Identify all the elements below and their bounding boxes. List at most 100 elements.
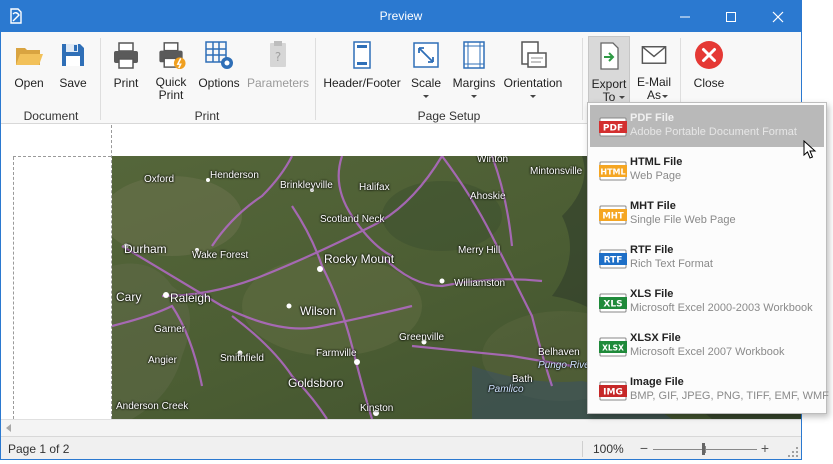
map-label: Goldsboro bbox=[288, 376, 344, 390]
save-button[interactable]: Save bbox=[53, 36, 93, 102]
map-label: Kinston bbox=[360, 403, 394, 414]
export-to-button[interactable]: Export To bbox=[588, 36, 630, 105]
chevron-down-icon bbox=[471, 95, 477, 98]
scale-button[interactable]: Scale bbox=[406, 36, 446, 102]
zoom-slider-tick bbox=[705, 446, 706, 453]
map-label: Brinkleyville bbox=[280, 180, 333, 191]
map-label: Williamston bbox=[454, 278, 506, 289]
html-file-icon: HTML bbox=[599, 161, 627, 181]
map-label: Rocky Mount bbox=[324, 252, 395, 266]
ribbon-separator bbox=[100, 38, 101, 120]
export-menu-item-rtf[interactable]: RTF RTF File Rich Text Format bbox=[590, 237, 824, 279]
chevron-down-icon bbox=[530, 95, 536, 98]
map-label: Winton bbox=[477, 156, 509, 165]
orientation-button[interactable]: Orientation bbox=[501, 36, 565, 102]
orientation-icon bbox=[521, 41, 547, 68]
map-label: Angier bbox=[148, 355, 177, 366]
map-label: Merry Hill bbox=[458, 245, 501, 256]
zoom-level[interactable]: 100% bbox=[593, 442, 624, 456]
xlsx-file-icon: XLSX bbox=[599, 337, 627, 357]
map-label: Wilson bbox=[300, 304, 337, 318]
open-button[interactable]: Open bbox=[9, 36, 49, 102]
export-badge-text: HTML bbox=[600, 168, 625, 177]
export-badge-text: XLS bbox=[603, 300, 622, 310]
minimize-button[interactable] bbox=[662, 1, 708, 32]
export-menu-item-mht[interactable]: MHT MHT File Single File Web Page bbox=[590, 193, 824, 235]
mht-file-icon: MHT bbox=[599, 205, 627, 225]
svg-text:?: ? bbox=[275, 50, 281, 64]
export-document-icon bbox=[600, 42, 619, 70]
map-label: Greenville bbox=[399, 332, 445, 343]
resize-grip-icon[interactable] bbox=[787, 446, 799, 458]
quick-print-label: Quick Print bbox=[156, 76, 187, 102]
parameters-label: Parameters bbox=[246, 76, 310, 90]
quick-print-label-line2: Print bbox=[158, 88, 184, 102]
map-label: Cary bbox=[116, 290, 142, 304]
margins-button[interactable]: Margins bbox=[451, 36, 497, 102]
export-menu-item-xlsx[interactable]: XLSX XLSX File Microsoft Excel 2007 Work… bbox=[590, 325, 824, 367]
export-item-title: PDF File bbox=[630, 112, 675, 124]
chevron-down-icon bbox=[662, 95, 668, 98]
pdf-file-icon: PDF bbox=[599, 117, 627, 137]
options-label: Options bbox=[198, 76, 240, 90]
horizontal-scrollbar[interactable] bbox=[1, 419, 801, 436]
folder-open-icon bbox=[16, 48, 43, 65]
envelope-icon bbox=[641, 46, 667, 64]
group-label-print: Print bbox=[194, 109, 220, 123]
header-footer-icon bbox=[353, 41, 371, 69]
printer-icon bbox=[114, 42, 138, 69]
map-label: Pungo River bbox=[538, 360, 594, 371]
minimize-icon bbox=[680, 16, 690, 17]
zoom-in-button[interactable]: + bbox=[758, 440, 772, 456]
map-label: Henderson bbox=[210, 170, 259, 181]
parameters-button[interactable]: ? Parameters bbox=[247, 36, 309, 102]
export-menu-item-image[interactable]: IMG Image File BMP, GIF, JPEG, PNG, TIFF… bbox=[590, 369, 829, 411]
map-label: Pamlico bbox=[488, 384, 524, 395]
export-item-description: Single File Web Page bbox=[630, 214, 736, 226]
map-label: Ahoskie bbox=[470, 191, 506, 202]
export-item-title: HTML File bbox=[630, 156, 683, 168]
print-label: Print bbox=[113, 76, 139, 90]
email-as-label: E-Mail As bbox=[637, 76, 671, 102]
page-margin-guide bbox=[13, 157, 14, 419]
maximize-icon bbox=[726, 11, 736, 22]
rtf-file-icon: RTF bbox=[599, 249, 627, 269]
export-item-title: MHT File bbox=[630, 200, 676, 212]
map-label: Oxford bbox=[144, 174, 175, 185]
print-button[interactable]: Print bbox=[106, 36, 146, 102]
export-menu-item-html[interactable]: HTML HTML File Web Page bbox=[590, 149, 824, 191]
export-item-description: BMP, GIF, JPEG, PNG, TIFF, EMF, WMF bbox=[630, 390, 829, 402]
header-footer-button[interactable]: Header/Footer bbox=[323, 36, 401, 102]
export-item-description: Adobe Portable Document Format bbox=[630, 126, 797, 138]
email-as-button[interactable]: E-Mail As bbox=[634, 36, 674, 102]
close-window-button[interactable] bbox=[755, 1, 801, 32]
zoom-slider-thumb[interactable] bbox=[702, 443, 705, 455]
map-label: Raleigh bbox=[170, 291, 211, 305]
close-label: Close bbox=[693, 76, 725, 90]
quick-printer-icon bbox=[159, 42, 186, 70]
map-label: Garner bbox=[154, 324, 186, 335]
ribbon-separator bbox=[582, 38, 583, 120]
export-menu-item-pdf[interactable]: PDF PDF File Adobe Portable Document For… bbox=[590, 105, 824, 147]
export-menu-item-xls[interactable]: XLS XLS File Microsoft Excel 2000-2003 W… bbox=[590, 281, 824, 323]
export-to-label: Export To bbox=[592, 78, 627, 104]
orientation-label: Orientation bbox=[503, 76, 563, 90]
status-bar: Page 1 of 2 100% − + bbox=[1, 436, 801, 459]
map-label: Farmville bbox=[316, 348, 357, 359]
status-separator bbox=[582, 441, 583, 457]
margins-label: Margins bbox=[452, 76, 496, 90]
scroll-left-icon[interactable] bbox=[6, 424, 11, 432]
export-item-description: Web Page bbox=[630, 170, 682, 182]
map-label: Scotland Neck bbox=[320, 214, 385, 225]
zoom-out-button[interactable]: − bbox=[637, 440, 651, 456]
scale-icon bbox=[413, 42, 439, 68]
map-label: Durham bbox=[124, 242, 167, 256]
chevron-down-icon bbox=[423, 95, 429, 98]
options-button[interactable]: Options bbox=[197, 36, 241, 102]
maximize-button[interactable] bbox=[708, 1, 754, 32]
scale-label: Scale bbox=[410, 76, 442, 90]
close-preview-button[interactable]: Close bbox=[689, 36, 729, 102]
quick-print-button[interactable]: Quick Print bbox=[151, 36, 191, 102]
page-margin-guide bbox=[13, 156, 111, 157]
mouse-cursor-icon bbox=[803, 140, 817, 159]
